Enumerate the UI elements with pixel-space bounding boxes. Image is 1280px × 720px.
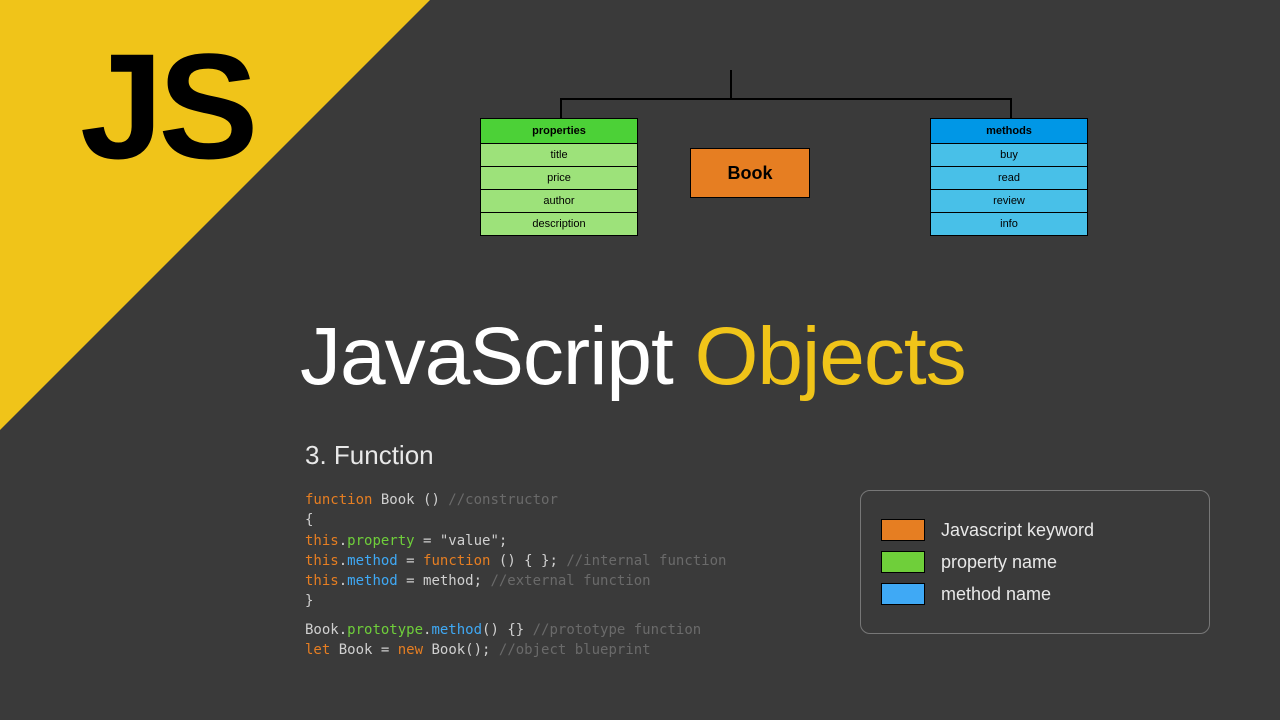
code-text: . bbox=[339, 622, 347, 638]
code-line: function Book () //constructor bbox=[305, 490, 726, 510]
code-sample: function Book () //constructor { this.pr… bbox=[305, 490, 726, 660]
properties-table: properties title price author descriptio… bbox=[480, 118, 638, 236]
legend-swatch-blue bbox=[881, 583, 925, 605]
section-heading: 3. Function bbox=[305, 440, 434, 471]
code-text: = method; bbox=[398, 573, 491, 589]
connector-line bbox=[730, 70, 732, 98]
code-keyword: this bbox=[305, 573, 339, 589]
code-text: () { }; bbox=[490, 553, 566, 569]
page-title: JavaScript Objects bbox=[300, 310, 966, 404]
code-line: this.method = function () { }; //interna… bbox=[305, 551, 726, 571]
method-row: buy bbox=[931, 144, 1087, 167]
code-keyword: let bbox=[305, 642, 330, 658]
method-row: info bbox=[931, 213, 1087, 235]
legend-swatch-green bbox=[881, 551, 925, 573]
object-name-box: Book bbox=[690, 148, 810, 198]
code-line: } bbox=[305, 591, 726, 611]
code-keyword: this bbox=[305, 533, 339, 549]
code-method: method bbox=[347, 553, 398, 569]
connector-line bbox=[560, 98, 562, 120]
title-accent: Objects bbox=[695, 311, 966, 402]
code-text: Book(); bbox=[423, 642, 499, 658]
method-row: review bbox=[931, 190, 1087, 213]
code-keyword: function bbox=[305, 492, 372, 508]
legend-item: property name bbox=[881, 551, 1189, 573]
methods-header: methods bbox=[931, 119, 1087, 144]
methods-table: methods buy read review info bbox=[930, 118, 1088, 236]
code-text: () {} bbox=[482, 622, 533, 638]
title-plain: JavaScript bbox=[300, 311, 695, 402]
code-text: = bbox=[398, 553, 423, 569]
code-text: . bbox=[339, 533, 347, 549]
property-row: price bbox=[481, 167, 637, 190]
code-keyword: new bbox=[398, 642, 423, 658]
code-text: = "value"; bbox=[415, 533, 508, 549]
legend-label: Javascript keyword bbox=[941, 520, 1094, 541]
code-text: Book = bbox=[330, 642, 397, 658]
code-comment: //prototype function bbox=[533, 622, 702, 638]
code-text: . bbox=[339, 553, 347, 569]
code-text: Book () bbox=[372, 492, 448, 508]
property-row: title bbox=[481, 144, 637, 167]
code-line: this.property = "value"; bbox=[305, 531, 726, 551]
property-row: description bbox=[481, 213, 637, 235]
js-logo-text: JS bbox=[80, 20, 253, 193]
code-text: Book bbox=[305, 622, 339, 638]
code-method: method bbox=[431, 622, 482, 638]
method-row: read bbox=[931, 167, 1087, 190]
code-comment: //external function bbox=[490, 573, 650, 589]
code-line: { bbox=[305, 510, 726, 530]
object-diagram: properties title price author descriptio… bbox=[480, 70, 1100, 270]
legend-swatch-orange bbox=[881, 519, 925, 541]
code-comment: //internal function bbox=[566, 553, 726, 569]
code-line: Book.prototype.method() {} //prototype f… bbox=[305, 620, 726, 640]
code-text: . bbox=[339, 573, 347, 589]
legend-item: Javascript keyword bbox=[881, 519, 1189, 541]
code-comment: //object blueprint bbox=[499, 642, 651, 658]
property-row: author bbox=[481, 190, 637, 213]
code-keyword: this bbox=[305, 553, 339, 569]
properties-header: properties bbox=[481, 119, 637, 144]
code-property: prototype bbox=[347, 622, 423, 638]
legend-item: method name bbox=[881, 583, 1189, 605]
connector-line bbox=[1010, 98, 1012, 120]
code-method: method bbox=[347, 573, 398, 589]
connector-line bbox=[560, 98, 1010, 100]
code-comment: //constructor bbox=[448, 492, 558, 508]
code-keyword: function bbox=[423, 553, 490, 569]
code-property: property bbox=[347, 533, 414, 549]
object-name: Book bbox=[728, 163, 773, 184]
legend-label: property name bbox=[941, 552, 1057, 573]
code-line: this.method = method; //external functio… bbox=[305, 571, 726, 591]
legend-label: method name bbox=[941, 584, 1051, 605]
color-legend: Javascript keyword property name method … bbox=[860, 490, 1210, 634]
code-line: let Book = new Book(); //object blueprin… bbox=[305, 640, 726, 660]
code-blank bbox=[305, 612, 726, 620]
